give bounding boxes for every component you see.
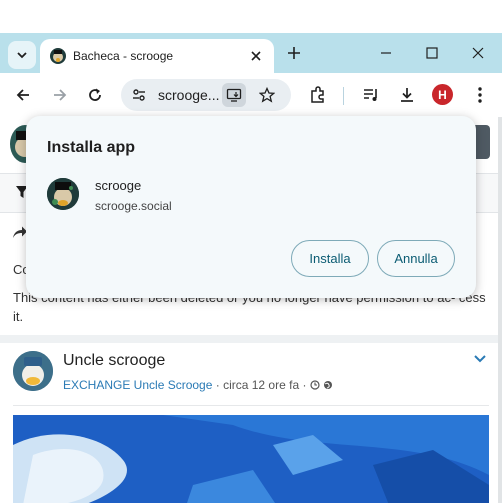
post-card: Uncle scrooge EXCHANGE Uncle Scrooge · c…	[0, 343, 500, 503]
install-app-dialog: Installa app scrooge scrooge.social Inst…	[26, 116, 476, 298]
post-author[interactable]: Uncle scrooge	[63, 352, 165, 370]
window-close-button[interactable]	[464, 41, 492, 65]
post-avatar[interactable]	[13, 351, 53, 391]
site-info-button[interactable]	[129, 85, 149, 105]
plus-icon	[288, 47, 300, 59]
browser-tab[interactable]: Bacheca - scrooge	[40, 39, 274, 73]
browser-toolbar: scrooge... H	[0, 73, 502, 117]
close-icon	[251, 51, 261, 61]
tab-search-button[interactable]	[8, 41, 36, 69]
browser-menu-button[interactable]	[466, 81, 494, 109]
tab-search-icon	[17, 52, 27, 59]
chevron-down-icon[interactable]	[474, 355, 486, 363]
install-app-icon	[226, 88, 242, 102]
address-bar[interactable]: scrooge...	[121, 79, 291, 111]
post-separator	[13, 405, 489, 406]
install-app-button[interactable]	[222, 83, 246, 107]
back-icon	[16, 89, 29, 101]
window-close-icon	[472, 47, 484, 59]
toolbar-separator	[343, 87, 344, 105]
minimize-button[interactable]	[372, 41, 400, 65]
title-bar: Bacheca - scrooge	[0, 33, 502, 73]
address-text: scrooge...	[158, 87, 220, 103]
extensions-icon	[311, 86, 324, 103]
install-button[interactable]: Installa	[291, 240, 369, 277]
tab-title: Bacheca - scrooge	[73, 49, 174, 63]
app-icon	[47, 178, 79, 210]
feed-divider	[0, 335, 500, 343]
app-url: scrooge.social	[95, 199, 172, 213]
dialog-title: Installa app	[47, 139, 136, 156]
site-info-icon	[133, 89, 145, 101]
maximize-icon	[426, 47, 438, 59]
meta-separator: ·	[302, 378, 310, 392]
media-icon	[364, 89, 377, 101]
extensions-button[interactable]	[304, 81, 332, 109]
star-icon	[259, 87, 275, 103]
tab-favicon	[50, 48, 66, 64]
reload-icon	[89, 88, 101, 101]
menu-icon	[478, 87, 482, 103]
minimize-icon	[381, 52, 391, 54]
downloads-button[interactable]	[393, 81, 421, 109]
post-group-link[interactable]: EXCHANGE Uncle Scrooge	[63, 378, 212, 392]
scrollbar[interactable]	[498, 117, 502, 503]
new-tab-button[interactable]	[282, 41, 306, 65]
back-button[interactable]	[9, 81, 37, 109]
globe-icon	[324, 381, 333, 389]
app-name: scrooge	[95, 178, 142, 193]
bookmark-button[interactable]	[255, 83, 279, 107]
meta-separator: ·	[215, 378, 224, 392]
forward-icon	[54, 89, 67, 101]
post-time[interactable]: circa 12 ore fa	[223, 378, 299, 392]
post-meta: EXCHANGE Uncle Scrooge · circa 12 ore fa…	[63, 378, 333, 392]
forward-button[interactable]	[46, 81, 74, 109]
reload-button[interactable]	[81, 81, 109, 109]
extension-badge-icon[interactable]: H	[432, 84, 453, 105]
clock-icon	[310, 380, 320, 390]
tab-close-button[interactable]	[248, 48, 264, 64]
maximize-button[interactable]	[418, 41, 446, 65]
post-image[interactable]	[13, 415, 489, 503]
media-controls-button[interactable]	[357, 81, 385, 109]
cancel-button[interactable]: Annulla	[377, 240, 455, 277]
download-icon	[401, 88, 413, 102]
